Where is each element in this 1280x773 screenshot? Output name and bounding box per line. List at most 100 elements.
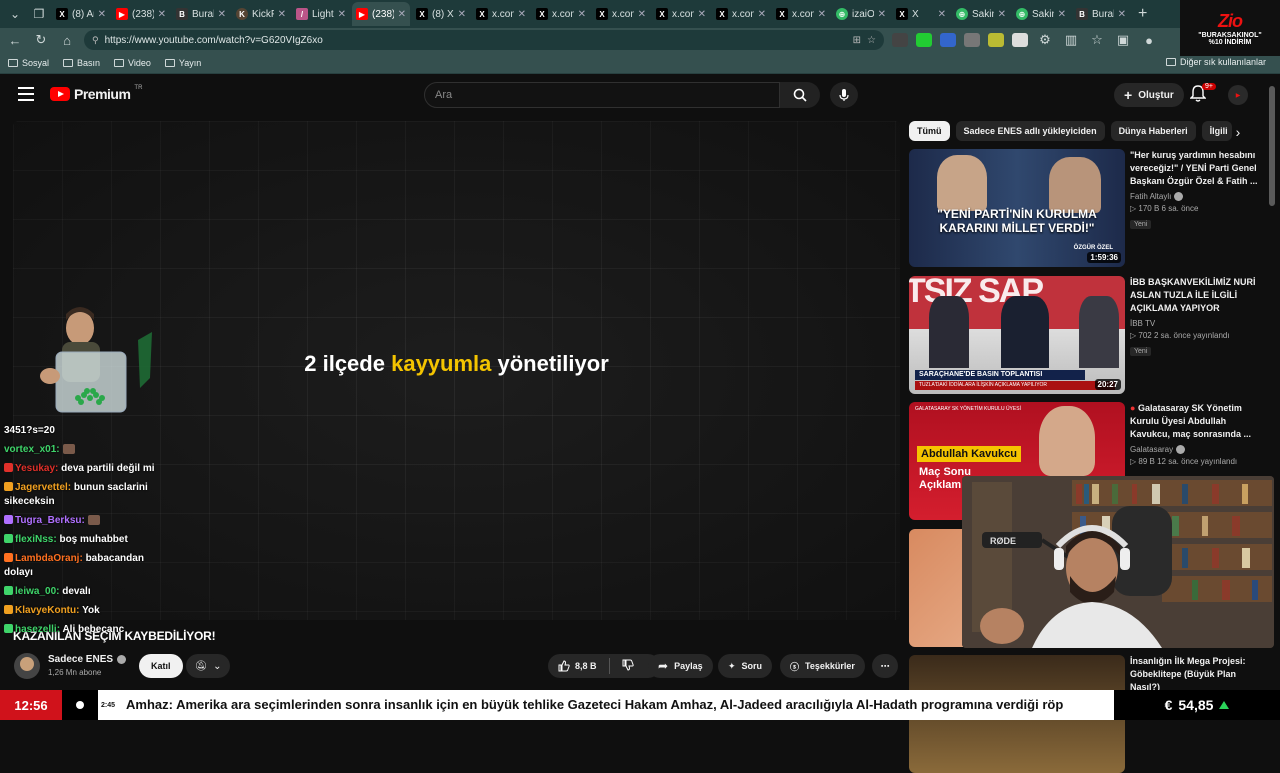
extension-icon[interactable] — [892, 33, 908, 47]
workspaces-icon[interactable]: ❐ — [28, 3, 50, 25]
share-button[interactable]: ➦ Paylaş — [648, 654, 713, 678]
browser-tab[interactable]: ▶ (238) ✕ — [352, 2, 410, 26]
close-tab-icon[interactable]: ✕ — [698, 9, 706, 20]
browser-tab[interactable]: B Burak ✕ — [172, 2, 230, 26]
browser-tab[interactable]: X X ✕ — [892, 2, 950, 26]
profile-avatar-icon[interactable]: ● — [1140, 33, 1158, 48]
close-tab-icon[interactable]: ✕ — [98, 9, 106, 20]
close-tab-icon[interactable]: ✕ — [398, 9, 406, 20]
browser-tab[interactable]: Xx.com ✕ — [472, 2, 530, 26]
install-app-icon[interactable]: ⊞ — [853, 35, 861, 46]
bookmark-star-icon[interactable]: ☆ — [867, 35, 876, 46]
channel-avatar[interactable] — [14, 653, 40, 679]
home-icon[interactable]: ⌂ — [58, 33, 76, 48]
close-tab-icon[interactable]: ✕ — [878, 9, 886, 20]
bookmark-folder[interactable]: Sosyal — [8, 58, 49, 68]
search-input[interactable]: Ara — [424, 82, 780, 108]
browser-tab[interactable]: ▶ (238) Y ✕ — [112, 2, 170, 26]
close-tab-icon[interactable]: ✕ — [818, 9, 826, 20]
voice-search-button[interactable] — [830, 82, 858, 108]
extension-green-icon[interactable] — [916, 33, 932, 47]
other-bookmarks[interactable]: Diğer sık kullanılanlar — [1165, 57, 1266, 67]
extension-translate-icon[interactable] — [940, 33, 956, 47]
browser-tab[interactable]: Xx.com ✕ — [592, 2, 650, 26]
video-thumbnail[interactable]: TSIZ SAP SARAÇHANE'DE BASIN TOPLANTISI T… — [909, 276, 1125, 394]
more-actions-button[interactable]: ⋯ — [872, 654, 898, 678]
channel-name[interactable]: İBB TV — [1130, 319, 1258, 328]
close-tab-icon[interactable]: ✕ — [638, 9, 646, 20]
video-thumbnail[interactable]: "YENİ PARTİ'NİN KURULMA KARARINI MİLLET … — [909, 149, 1125, 267]
browser-tab[interactable]: K KickPe ✕ — [232, 2, 290, 26]
browser-tab[interactable]: ⊕ izaiO ✕ — [832, 2, 890, 26]
close-tab-icon[interactable]: ✕ — [158, 9, 166, 20]
close-tab-icon[interactable]: ✕ — [518, 9, 526, 20]
browser-tab[interactable]: ⊕ Sakin ✕ — [952, 2, 1010, 26]
browser-tab[interactable]: Xx.com ✕ — [652, 2, 710, 26]
extension-yellow-icon[interactable] — [988, 33, 1004, 47]
browser-tab[interactable]: Xx.com ✕ — [712, 2, 770, 26]
close-tab-icon[interactable]: ✕ — [1058, 9, 1066, 20]
thumbs-down-icon — [622, 659, 634, 671]
reload-icon[interactable]: ↻ — [32, 32, 50, 48]
like-button[interactable]: 8,8 B — [558, 660, 597, 672]
subscription-bell-button[interactable]: 🔕︎ ⌄ — [186, 654, 230, 678]
split-view-icon[interactable]: ▥ — [1062, 32, 1080, 48]
close-tab-icon[interactable]: ✕ — [578, 9, 586, 20]
close-tab-icon[interactable]: ✕ — [278, 9, 286, 20]
youtube-logo[interactable]: Premium TR — [50, 85, 142, 102]
extension-white-icon[interactable] — [1012, 33, 1028, 47]
browser-tab[interactable]: B Burak ✕ — [1072, 2, 1130, 26]
recommended-video[interactable]: "YENİ PARTİ'NİN KURULMA KARARINI MİLLET … — [909, 149, 1258, 267]
account-avatar[interactable]: ▶ — [1228, 85, 1248, 105]
browser-tab[interactable]: ⊕ Sakin ✕ — [1012, 2, 1070, 26]
join-button[interactable]: Katıl — [139, 654, 183, 678]
new-tab-button[interactable]: + — [1138, 5, 1147, 23]
chip-world-news[interactable]: Dünya Haberleri — [1110, 121, 1196, 141]
favorites-icon[interactable]: ☆ — [1088, 32, 1106, 48]
close-tab-icon[interactable]: ✕ — [458, 9, 466, 20]
video-title[interactable]: ● Galatasaray SK Yönetim Kurulu Üyesi Ab… — [1130, 402, 1258, 441]
chip-from-uploader[interactable]: Sadece ENES adlı yükleyiciden — [955, 121, 1105, 141]
close-tab-icon[interactable]: ✕ — [1118, 9, 1126, 20]
collections-icon[interactable]: ▣ — [1114, 32, 1132, 48]
menu-icon[interactable] — [18, 87, 34, 101]
tab-label: izaiO — [852, 8, 874, 20]
browser-tab[interactable]: / LightS ✕ — [292, 2, 350, 26]
close-tab-icon[interactable]: ✕ — [998, 9, 1006, 20]
bookmark-folder[interactable]: Yayın — [164, 58, 201, 68]
close-tab-icon[interactable]: ✕ — [758, 9, 766, 20]
url-bar[interactable]: ⚲ https://www.youtube.com/watch?v=G620VI… — [84, 30, 884, 50]
video-title[interactable]: İBB BAŞKANVEKİLİMİZ NURİ ASLAN TUZLA İLE… — [1130, 276, 1258, 315]
dislike-button[interactable] — [622, 659, 634, 673]
bookmark-folder[interactable]: Basın — [63, 58, 100, 68]
video-title[interactable]: "Her kuruş yardımın hesabını vereceğiz!"… — [1130, 149, 1258, 188]
close-tab-icon[interactable]: ✕ — [938, 9, 946, 20]
channel-name[interactable]: Sadece ENES — [48, 654, 127, 665]
browser-tab[interactable]: Xx.com ✕ — [532, 2, 590, 26]
browser-tab[interactable]: X (8) X'te ✕ — [412, 2, 470, 26]
channel-name[interactable]: Fatih Altaylı — [1130, 192, 1258, 201]
site-info-icon[interactable]: ⚲ — [92, 35, 99, 46]
extensions-puzzle-icon[interactable]: ⚙ — [1036, 32, 1054, 48]
channel-name[interactable]: Galatasaray — [1130, 445, 1258, 454]
recommended-video[interactable]: TSIZ SAP SARAÇHANE'DE BASIN TOPLANTISI T… — [909, 276, 1257, 394]
close-tab-icon[interactable]: ✕ — [338, 9, 346, 20]
chevron-right-icon[interactable]: › — [1228, 122, 1248, 142]
tab-search-chevron-icon[interactable]: ⌄ — [4, 3, 26, 25]
notifications-button[interactable]: 9+ — [1189, 83, 1216, 105]
close-tab-icon[interactable]: ✕ — [218, 9, 226, 20]
extension-ghost-icon[interactable] — [964, 33, 980, 47]
browser-tab[interactable]: X (8) Ana ✕ — [52, 2, 110, 26]
create-button[interactable]: + Oluştur — [1114, 83, 1184, 107]
back-icon[interactable]: ← — [6, 33, 24, 48]
scrollbar-thumb[interactable] — [1269, 86, 1275, 206]
video-title[interactable]: İnsanlığın İlk Mega Projesi: Göbeklitepe… — [1130, 655, 1258, 694]
chip-all[interactable]: Tümü — [909, 121, 950, 141]
super-thanks-button[interactable]: ⓢ Teşekkürler — [780, 654, 865, 678]
browser-tab[interactable]: Xx.com ✕ — [772, 2, 830, 26]
thumbnail-headline: "YENİ PARTİ'NİN KURULMA KARARINI MİLLET … — [937, 207, 1097, 235]
ask-button[interactable]: ✦ Soru — [718, 654, 773, 678]
twitch-icon: B — [1076, 8, 1088, 20]
search-button[interactable] — [780, 82, 820, 108]
bookmark-folder[interactable]: Video — [114, 58, 151, 68]
